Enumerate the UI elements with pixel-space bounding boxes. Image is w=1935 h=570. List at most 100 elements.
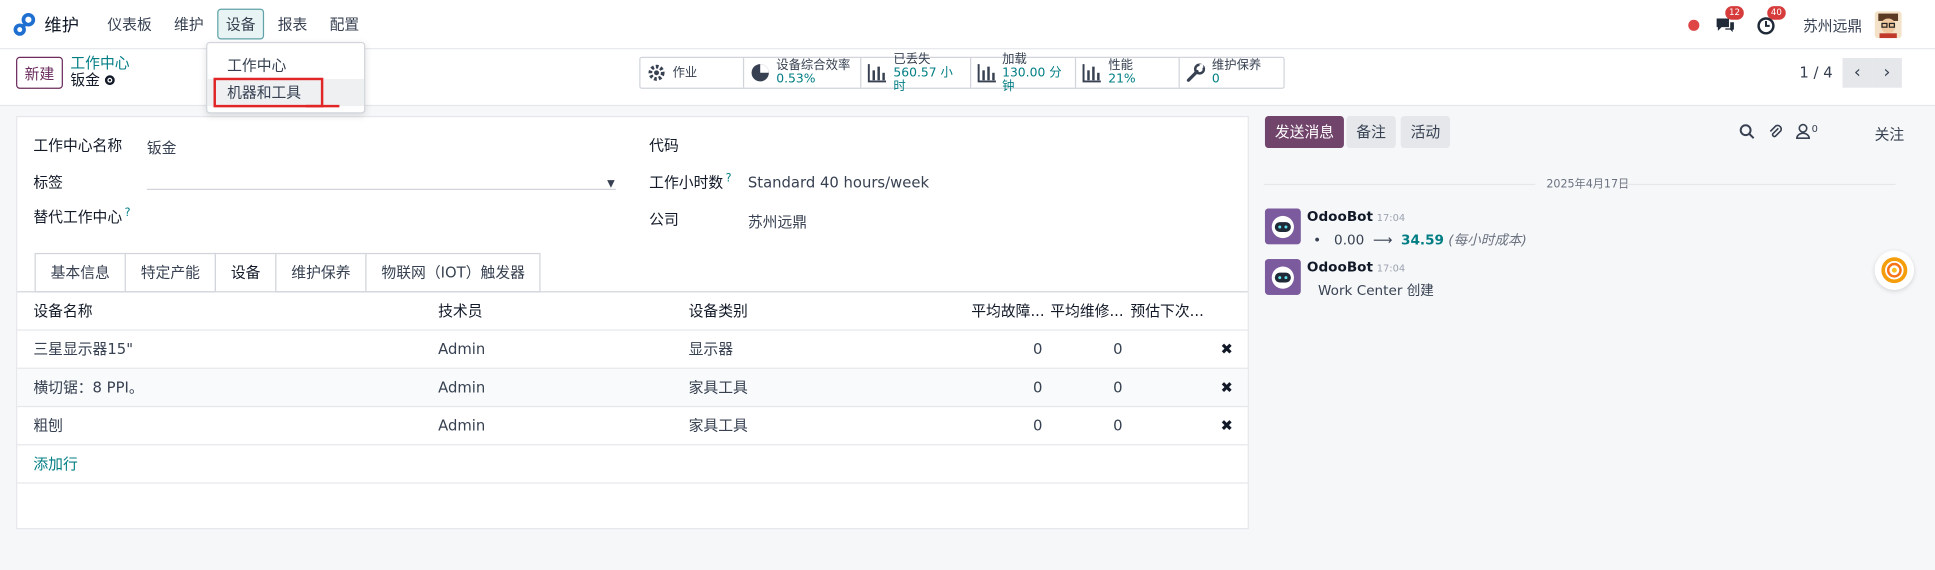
stat-value: 560.57 小时 — [893, 66, 953, 94]
stat-button-load[interactable]: 加载 130.00 分钟 — [971, 52, 1077, 93]
pager-value[interactable]: 1 / 4 — [1799, 64, 1832, 81]
field-label-code: 代码 — [649, 136, 679, 155]
app-name[interactable]: 维护 — [44, 12, 79, 37]
wrench-icon — [1185, 62, 1207, 84]
assistant-orb-icon[interactable] — [1874, 250, 1915, 290]
cell-mtbf: 0 — [1032, 340, 1043, 358]
cell-mttr: 0 — [1113, 340, 1123, 358]
odoobot-avatar[interactable] — [1264, 208, 1301, 245]
log-note-button[interactable]: 备注 — [1346, 115, 1396, 149]
table-header: 设备名称 技术员 设备类别 平均故障... 平均维修... 预估下次... — [17, 292, 1248, 331]
delete-row-icon[interactable]: ✖ — [1221, 331, 1233, 368]
stat-button-lost[interactable]: 已丢失 560.57 小时 — [861, 52, 972, 93]
column-header[interactable]: 设备名称 — [33, 292, 92, 329]
menu-reporting[interactable]: 报表 — [269, 9, 316, 40]
delete-row-icon[interactable]: ✖ — [1221, 407, 1233, 444]
menu-maintenance[interactable]: 维护 — [165, 9, 212, 40]
tab-specific-capacity[interactable]: 特定产能 — [124, 252, 217, 293]
cell-technician: Admin — [438, 417, 486, 435]
cell-mtbf: 0 — [1032, 417, 1043, 435]
new-button[interactable]: 新建 — [16, 56, 63, 89]
column-header[interactable]: 技术员 — [438, 292, 482, 329]
stat-label: 已丢失 — [893, 52, 931, 67]
cell-technician: Admin — [438, 378, 486, 397]
column-header[interactable]: 设备类别 — [689, 292, 748, 329]
column-header[interactable]: 平均维修... — [1050, 292, 1123, 329]
stat-value: 0.53% — [776, 72, 816, 87]
breadcrumb-current: 钣金 — [70, 71, 100, 89]
caret-down-icon[interactable]: ▼ — [607, 178, 615, 189]
old-value: 0.00 — [1334, 231, 1365, 248]
odoobot-avatar[interactable] — [1264, 259, 1301, 295]
stat-button-operations[interactable]: 作业 — [640, 57, 745, 88]
send-message-button[interactable]: 发送消息 — [1264, 115, 1344, 149]
search-icon[interactable] — [1739, 123, 1755, 139]
pager-previous-icon[interactable]: ‹ — [1842, 57, 1873, 88]
stat-value: 130.00 分钟 — [1002, 66, 1062, 94]
date-separator: 2025年4月17日 — [1263, 175, 1896, 192]
dropdown-item-work-center[interactable]: 工作中心 — [207, 52, 364, 79]
activity-button[interactable]: 活动 — [1400, 115, 1451, 149]
bar-chart-icon — [976, 62, 997, 84]
bar-chart-icon — [866, 62, 888, 84]
add-line-row: 添加行 — [17, 445, 1248, 484]
date-label: 2025年4月17日 — [1543, 175, 1632, 192]
new-value: 34.59 — [1401, 231, 1444, 248]
name-field[interactable]: 钣金 — [147, 137, 177, 158]
pie-chart-icon — [749, 62, 771, 84]
app-logo-icon[interactable] — [12, 12, 37, 37]
cell-category: 家具工具 — [688, 378, 748, 397]
field-label-alternative: 替代工作中心 — [33, 208, 123, 226]
tab-general-info[interactable]: 基本信息 — [34, 252, 126, 293]
message-time: 17:04 — [1376, 262, 1406, 274]
tags-input[interactable] — [146, 188, 616, 191]
message-author[interactable]: OdooBot — [1307, 209, 1373, 225]
company-switcher[interactable]: 苏州远鼎 — [1803, 14, 1862, 35]
table-row[interactable]: 粗刨 Admin 家具工具 0 0 ✖ — [17, 407, 1248, 446]
stat-value: 0 — [1211, 72, 1220, 87]
field-label-working-hours: 工作小时数 — [649, 173, 724, 192]
tab-equipment[interactable]: 设备 — [214, 252, 277, 293]
delete-row-icon[interactable]: ✖ — [1221, 369, 1233, 406]
cell-mttr: 0 — [1113, 378, 1123, 397]
breadcrumb-parent[interactable]: 工作中心 — [70, 54, 129, 71]
tab-iot-triggers[interactable]: 物联网（IOT）触发器 — [365, 252, 542, 293]
table-row[interactable]: 横切锯：8 PPI。 Admin 家具工具 0 0 ✖ — [17, 368, 1248, 408]
help-icon[interactable]: ? — [726, 173, 732, 185]
follow-button[interactable]: 关注 — [1875, 123, 1905, 144]
stat-label: 作业 — [672, 66, 698, 80]
table-row[interactable]: 三星显示器15" Admin 显示器 0 0 ✖ — [17, 331, 1248, 369]
user-avatar[interactable] — [1874, 11, 1902, 39]
followers-icon[interactable]: 0 — [1796, 123, 1818, 139]
help-icon[interactable]: ? — [125, 207, 131, 219]
messages-icon[interactable]: 12 — [1714, 6, 1744, 36]
record-gear-icon[interactable] — [104, 74, 116, 86]
activities-clock-icon[interactable]: 40 — [1756, 6, 1786, 36]
tab-maintenance[interactable]: 维护保养 — [275, 252, 367, 293]
stat-button-oee[interactable]: 设备综合效率 0.53% — [744, 57, 862, 88]
form-sheet: 工作中心名称 钣金 标签 ▼ 替代工作中心? 代码 工作小时数? Standar… — [16, 115, 1249, 530]
smart-buttons: 作业 设备综合效率 0.53% 已丢失 560.57 小时 加载 130.00 分钟 — [639, 52, 1285, 93]
equipment-table: 设备名称 技术员 设备类别 平均故障... 平均维修... 预估下次... 三星… — [17, 292, 1248, 484]
message-author[interactable]: OdooBot — [1307, 259, 1373, 275]
working-hours-field[interactable]: Standard 40 hours/week — [748, 174, 929, 191]
pager-next-icon[interactable]: › — [1872, 57, 1902, 88]
menu-dashboard[interactable]: 仪表板 — [99, 9, 161, 40]
stat-label: 加载 — [1002, 52, 1027, 67]
menu-configuration[interactable]: 配置 — [321, 9, 368, 40]
stat-button-maintenance[interactable]: 维护保养 0 — [1180, 58, 1284, 88]
column-header[interactable]: 预估下次... — [1130, 292, 1203, 329]
stat-button-performance[interactable]: 性能 21% — [1076, 57, 1180, 88]
paperclip-icon[interactable] — [1767, 123, 1783, 139]
equipment-dropdown-menu: 工作中心 机器和工具 — [206, 41, 366, 114]
stat-label: 性能 — [1108, 59, 1133, 73]
cell-category: 家具工具 — [688, 417, 748, 435]
messages-badge: 12 — [1725, 6, 1744, 20]
add-line-link[interactable]: 添加行 — [33, 445, 77, 482]
menu-equipment[interactable]: 设备 — [217, 8, 265, 40]
column-header[interactable]: 平均故障... — [971, 292, 1044, 329]
company-field[interactable]: 苏州远鼎 — [748, 211, 807, 232]
tracked-field: (每小时成本) — [1448, 231, 1527, 248]
status-dot-icon[interactable] — [1688, 19, 1700, 31]
cell-mtbf: 0 — [1032, 378, 1043, 397]
